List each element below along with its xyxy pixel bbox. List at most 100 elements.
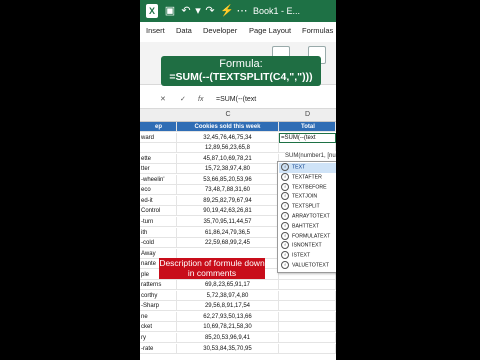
- function-icon: f: [281, 172, 289, 181]
- table-cell-name[interactable]: -wheelin': [140, 174, 177, 185]
- table-cell-total[interactable]: [279, 311, 336, 322]
- window-title: Book1 - E...: [253, 6, 301, 16]
- autocomplete-item[interactable]: f TEXT: [279, 163, 336, 173]
- table-cell-total[interactable]: [279, 333, 336, 343]
- table-cell-cookies[interactable]: 69,8,23,65,91,17: [177, 280, 279, 291]
- function-icon: f: [281, 182, 289, 191]
- table-cell-name[interactable]: -turn: [140, 216, 177, 227]
- column-header-c[interactable]: C: [177, 109, 280, 122]
- table-cell-cookies[interactable]: 90,19,42,63,26,81: [177, 206, 279, 217]
- function-icon: f: [281, 202, 289, 211]
- formula-bar: ✕ ✓ fx =SUM(--(text: [140, 92, 336, 109]
- table-cell-cookies[interactable]: 89,25,82,79,67,94: [177, 195, 279, 206]
- autocomplete-item-label: FORMULATEXT: [292, 232, 331, 239]
- table-cell-total[interactable]: [279, 322, 336, 333]
- autocomplete-item-label: TEXTJOIN: [292, 193, 318, 200]
- autocomplete-item[interactable]: f ISNONTEXT: [279, 241, 336, 251]
- column-header-b[interactable]: [140, 109, 178, 122]
- tab-page-layout[interactable]: Page Layout: [249, 25, 291, 37]
- autocomplete-item-label: ARRAYTOTEXT: [292, 213, 330, 220]
- active-cell-outline: [279, 132, 336, 143]
- tab-formulas[interactable]: Formulas: [302, 25, 333, 37]
- table-cell-name[interactable]: tter: [140, 164, 177, 175]
- title-bar: X ▣ ↶ ▾ ↷ ⚡ ⋯ Book1 - E...: [140, 0, 336, 22]
- autocomplete-item[interactable]: f ISTEXT: [279, 251, 336, 261]
- table-cell-name[interactable]: Control: [140, 206, 177, 217]
- table-cell-name[interactable]: ratterns: [140, 280, 177, 291]
- table-cell-cookies[interactable]: 22,59,68,99,2,45: [177, 238, 279, 249]
- tab-insert[interactable]: Insert: [146, 25, 165, 37]
- save-icon[interactable]: ▣: [164, 4, 176, 18]
- formula-input[interactable]: =SUM(--(text: [216, 92, 256, 108]
- insert-function-icon[interactable]: fx: [198, 92, 203, 108]
- table-cell-total[interactable]: [279, 280, 336, 291]
- undo-icon[interactable]: ↶: [180, 4, 192, 18]
- table-cell-cookies[interactable]: 62,27,93,50,13,66: [177, 311, 279, 322]
- autocomplete-item[interactable]: f TEXTJOIN: [279, 192, 336, 202]
- autocomplete-item[interactable]: f TEXTBEFORE: [279, 182, 336, 193]
- autocomplete-item-label: ISTEXT: [292, 252, 311, 259]
- table-cell-name[interactable]: ed-it: [140, 195, 177, 206]
- table-cell-cookies[interactable]: 29,56,8,91,17,54: [177, 301, 279, 312]
- tab-developer[interactable]: Developer: [203, 25, 237, 37]
- table-cell-cookies[interactable]: 30,53,84,35,70,95: [177, 343, 279, 354]
- autocomplete-item-label: ISNONTEXT: [292, 242, 322, 249]
- table-cell-name[interactable]: [140, 143, 177, 154]
- table-cell-cookies[interactable]: 32,45,76,46,75,34: [177, 132, 279, 143]
- tab-data[interactable]: Data: [176, 25, 192, 37]
- function-icon: f: [281, 241, 289, 250]
- table-cell-total[interactable]: [279, 290, 336, 301]
- header-cell-total[interactable]: Total: [279, 122, 336, 132]
- customize-toolbar-icon[interactable]: ⋯: [236, 4, 248, 18]
- enter-icon[interactable]: ✓: [180, 92, 186, 108]
- header-cell-cookies[interactable]: Cookies sold this week: [177, 122, 279, 132]
- table-cell-name[interactable]: ry: [140, 333, 177, 343]
- undo-dropdown-icon[interactable]: ▾: [194, 4, 202, 18]
- function-icon: f: [281, 261, 289, 269]
- table-cell-name[interactable]: -Sharp: [140, 301, 177, 312]
- autocomplete-item[interactable]: f BAHTTEXT: [279, 221, 336, 232]
- autocomplete-item-label: TEXTBEFORE: [292, 183, 327, 190]
- header-cell-step[interactable]: ep: [140, 122, 177, 132]
- table-cell-cookies[interactable]: 45,87,10,69,78,21: [177, 153, 279, 164]
- table-cell-name[interactable]: -cold: [140, 238, 177, 249]
- autocomplete-item[interactable]: f FORMULATEXT: [279, 231, 336, 242]
- table-cell-cookies[interactable]: 85,20,53,96,9,41: [177, 333, 279, 343]
- table-cell-cookies[interactable]: 53,66,85,20,53,96: [177, 174, 279, 185]
- ribbon-tabs: Insert Data Developer Page Layout Formul…: [140, 22, 336, 43]
- function-icon: f: [281, 231, 289, 240]
- table-cell-total[interactable]: [279, 343, 336, 354]
- excel-window: X ▣ ↶ ▾ ↷ ⚡ ⋯ Book1 - E... Insert Data D…: [140, 0, 336, 360]
- table-cell-name[interactable]: ne: [140, 311, 177, 322]
- function-autocomplete-list[interactable]: f TEXT f TEXTAFTER f TEXTBEFORE f TEXTJOIN f TEXT…: [277, 161, 336, 273]
- cancel-icon[interactable]: ✕: [160, 92, 166, 108]
- table-cell-name[interactable]: eco: [140, 185, 177, 196]
- column-header-d[interactable]: D: [279, 109, 336, 122]
- callout-formula: =SUM(--(TEXTSPLIT(C4,","))): [169, 71, 313, 83]
- autocomplete-item[interactable]: f TEXTSPLIT: [279, 202, 336, 212]
- autocomplete-item[interactable]: f ARRAYTOTEXT: [279, 212, 336, 222]
- table-cell-cookies[interactable]: 12,89,56,23,65,8: [177, 143, 279, 154]
- table-cell-cookies[interactable]: 10,69,78,21,58,30: [177, 322, 279, 333]
- table-cell-name[interactable]: cket: [140, 322, 177, 333]
- quick-access-icon[interactable]: ⚡: [220, 4, 234, 18]
- table-cell-name[interactable]: -rate: [140, 343, 177, 354]
- table-cell-total[interactable]: [279, 301, 336, 312]
- function-icon: f: [281, 221, 289, 230]
- table-cell-cookies[interactable]: 73,48,7,88,31,60: [177, 185, 279, 196]
- autocomplete-item[interactable]: f TEXTAFTER: [279, 172, 336, 183]
- autocomplete-item[interactable]: f VALUETOTEXT: [279, 261, 336, 271]
- table-cell-cookies[interactable]: 35,70,95,11,44,57: [177, 216, 279, 227]
- autocomplete-item-label: VALUETOTEXT: [292, 262, 329, 269]
- table-cell-name[interactable]: ward: [140, 132, 177, 143]
- autocomplete-item-label: TEXT: [292, 164, 306, 171]
- formula-callout: Formula: =SUM(--(TEXTSPLIT(C4,","))): [161, 56, 321, 86]
- table-cell-name[interactable]: ette: [140, 153, 177, 164]
- table-cell-name[interactable]: corthy: [140, 290, 177, 301]
- table-cell-cookies[interactable]: 5,72,38,97,4,80: [177, 290, 279, 301]
- redo-icon[interactable]: ↷: [204, 4, 216, 18]
- table-cell-cookies[interactable]: 15,72,38,97,4,80: [177, 164, 279, 175]
- table-cell-name[interactable]: ith: [140, 227, 177, 238]
- table-cell-cookies[interactable]: 61,86,24,79,36,5: [177, 227, 279, 238]
- function-icon: f: [281, 192, 289, 201]
